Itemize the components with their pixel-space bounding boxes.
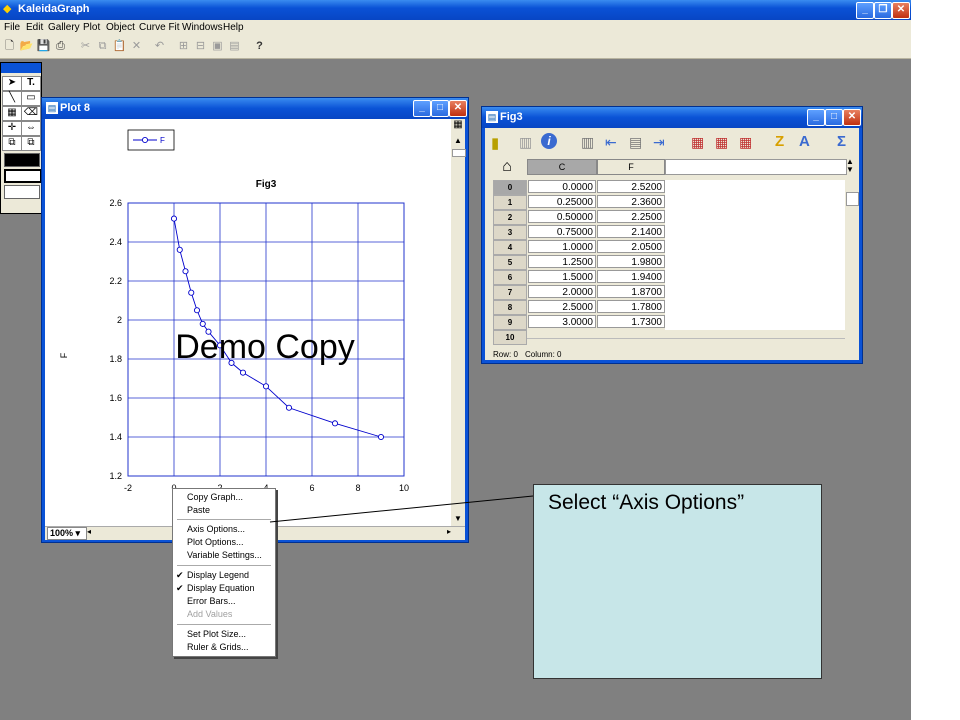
callout-box: Select “Axis Options” bbox=[533, 484, 822, 679]
callout-pointer-line bbox=[269, 495, 534, 523]
callout-text: Select “Axis Options” bbox=[548, 491, 745, 514]
